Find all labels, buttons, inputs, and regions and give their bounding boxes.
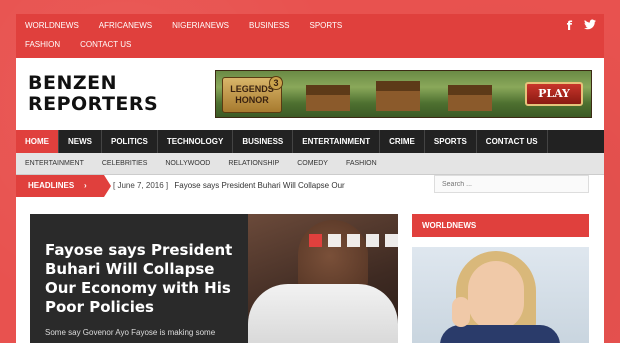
site-logo[interactable]: BENZEN REPORTERS [28,73,158,115]
thumbs-up-hand [452,297,470,327]
person-face [468,261,524,331]
subnav-celebrities[interactable]: CELEBRITIES [93,153,157,174]
slider-dot-5[interactable] [385,234,398,247]
search-input[interactable] [434,175,589,193]
topnav-business[interactable]: BUSINESS [249,20,289,31]
headline-date: [ June 7, 2016 ] [113,181,169,190]
nav-technology[interactable]: TECHNOLOGY [158,130,234,153]
headlines-label-box: HEADLINES › [16,175,111,197]
sub-nav: ENTERTAINMENT CELEBRITIES NOLLYWOOD RELA… [16,153,604,175]
facebook-icon[interactable]: f [567,19,572,33]
game-number: 3 [269,76,283,90]
slider-dot-2[interactable] [328,234,341,247]
game-ad-banner[interactable]: 3 LEGENDS HONOR PLAY [215,70,592,118]
game-logo: 3 LEGENDS HONOR [222,76,283,113]
headline-text[interactable]: Fayose says President Buhari Will Collap… [174,181,344,190]
person-body [440,325,560,343]
person-shirt [248,284,398,343]
headlines-bar: HEADLINES › [ June 7, 2016 ] Fayose says… [16,175,604,202]
social-links: f [567,19,596,33]
slider-dots [309,234,398,247]
main-nav: HOME NEWS POLITICS TECHNOLOGY BUSINESS E… [16,130,604,153]
house-illustration [306,85,350,111]
nav-contact-us[interactable]: CONTACT US [477,130,548,153]
nav-news[interactable]: NEWS [59,130,102,153]
twitter-icon[interactable] [584,19,596,33]
house-illustration [376,81,420,111]
topnav-contact-us[interactable]: CONTACT US [80,39,131,50]
worldnews-widget-title[interactable]: WORLDNEWS [412,214,589,237]
nav-crime[interactable]: CRIME [380,130,425,153]
featured-slider[interactable]: Fayose says President Buhari Will Collap… [30,214,398,343]
nav-business[interactable]: BUSINESS [233,130,294,153]
slider-dot-1[interactable] [309,234,322,247]
featured-excerpt: Some say Govenor Ayo Fayose is making so… [45,328,216,343]
logo-line-1: BENZEN [28,72,118,94]
game-title-line-2: HONOR [235,95,269,105]
subnav-comedy[interactable]: COMEDY [288,153,337,174]
topnav-sports[interactable]: SPORTS [310,20,343,31]
slider-dot-3[interactable] [347,234,360,247]
featured-title[interactable]: Fayose says President Buhari Will Collap… [45,241,245,317]
top-nav: WORLDNEWS AFRICANEWS NIGERIANEWS BUSINES… [25,20,385,50]
worldnews-image[interactable] [412,247,589,343]
subnav-entertainment[interactable]: ENTERTAINMENT [16,153,93,174]
site-header: BENZEN REPORTERS 3 LEGENDS HONOR PLAY [16,58,604,130]
nav-home[interactable]: HOME [16,130,59,153]
slider-dot-4[interactable] [366,234,379,247]
headlines-arrow [104,175,111,197]
headlines-label: HEADLINES [28,181,75,190]
topnav-fashion[interactable]: FASHION [25,39,60,50]
house-illustration [448,85,492,111]
play-button[interactable]: PLAY [525,82,583,106]
subnav-relationship[interactable]: RELATIONSHIP [219,153,288,174]
topnav-nigerianews[interactable]: NIGERIANEWS [172,20,229,31]
headline-ticker[interactable]: [ June 7, 2016 ] Fayose says President B… [113,175,345,197]
logo-line-2: REPORTERS [28,93,159,115]
nav-sports[interactable]: SPORTS [425,130,477,153]
subnav-nollywood[interactable]: NOLLYWOOD [156,153,219,174]
topnav-worldnews[interactable]: WORLDNEWS [25,20,79,31]
top-bar: WORLDNEWS AFRICANEWS NIGERIANEWS BUSINES… [16,14,604,58]
subnav-fashion[interactable]: FASHION [337,153,386,174]
main-content: Fayose says President Buhari Will Collap… [16,202,604,343]
nav-politics[interactable]: POLITICS [102,130,158,153]
nav-entertainment[interactable]: ENTERTAINMENT [293,130,381,153]
chevron-right-icon: › [84,181,87,190]
topnav-africanews[interactable]: AFRICANEWS [99,20,152,31]
